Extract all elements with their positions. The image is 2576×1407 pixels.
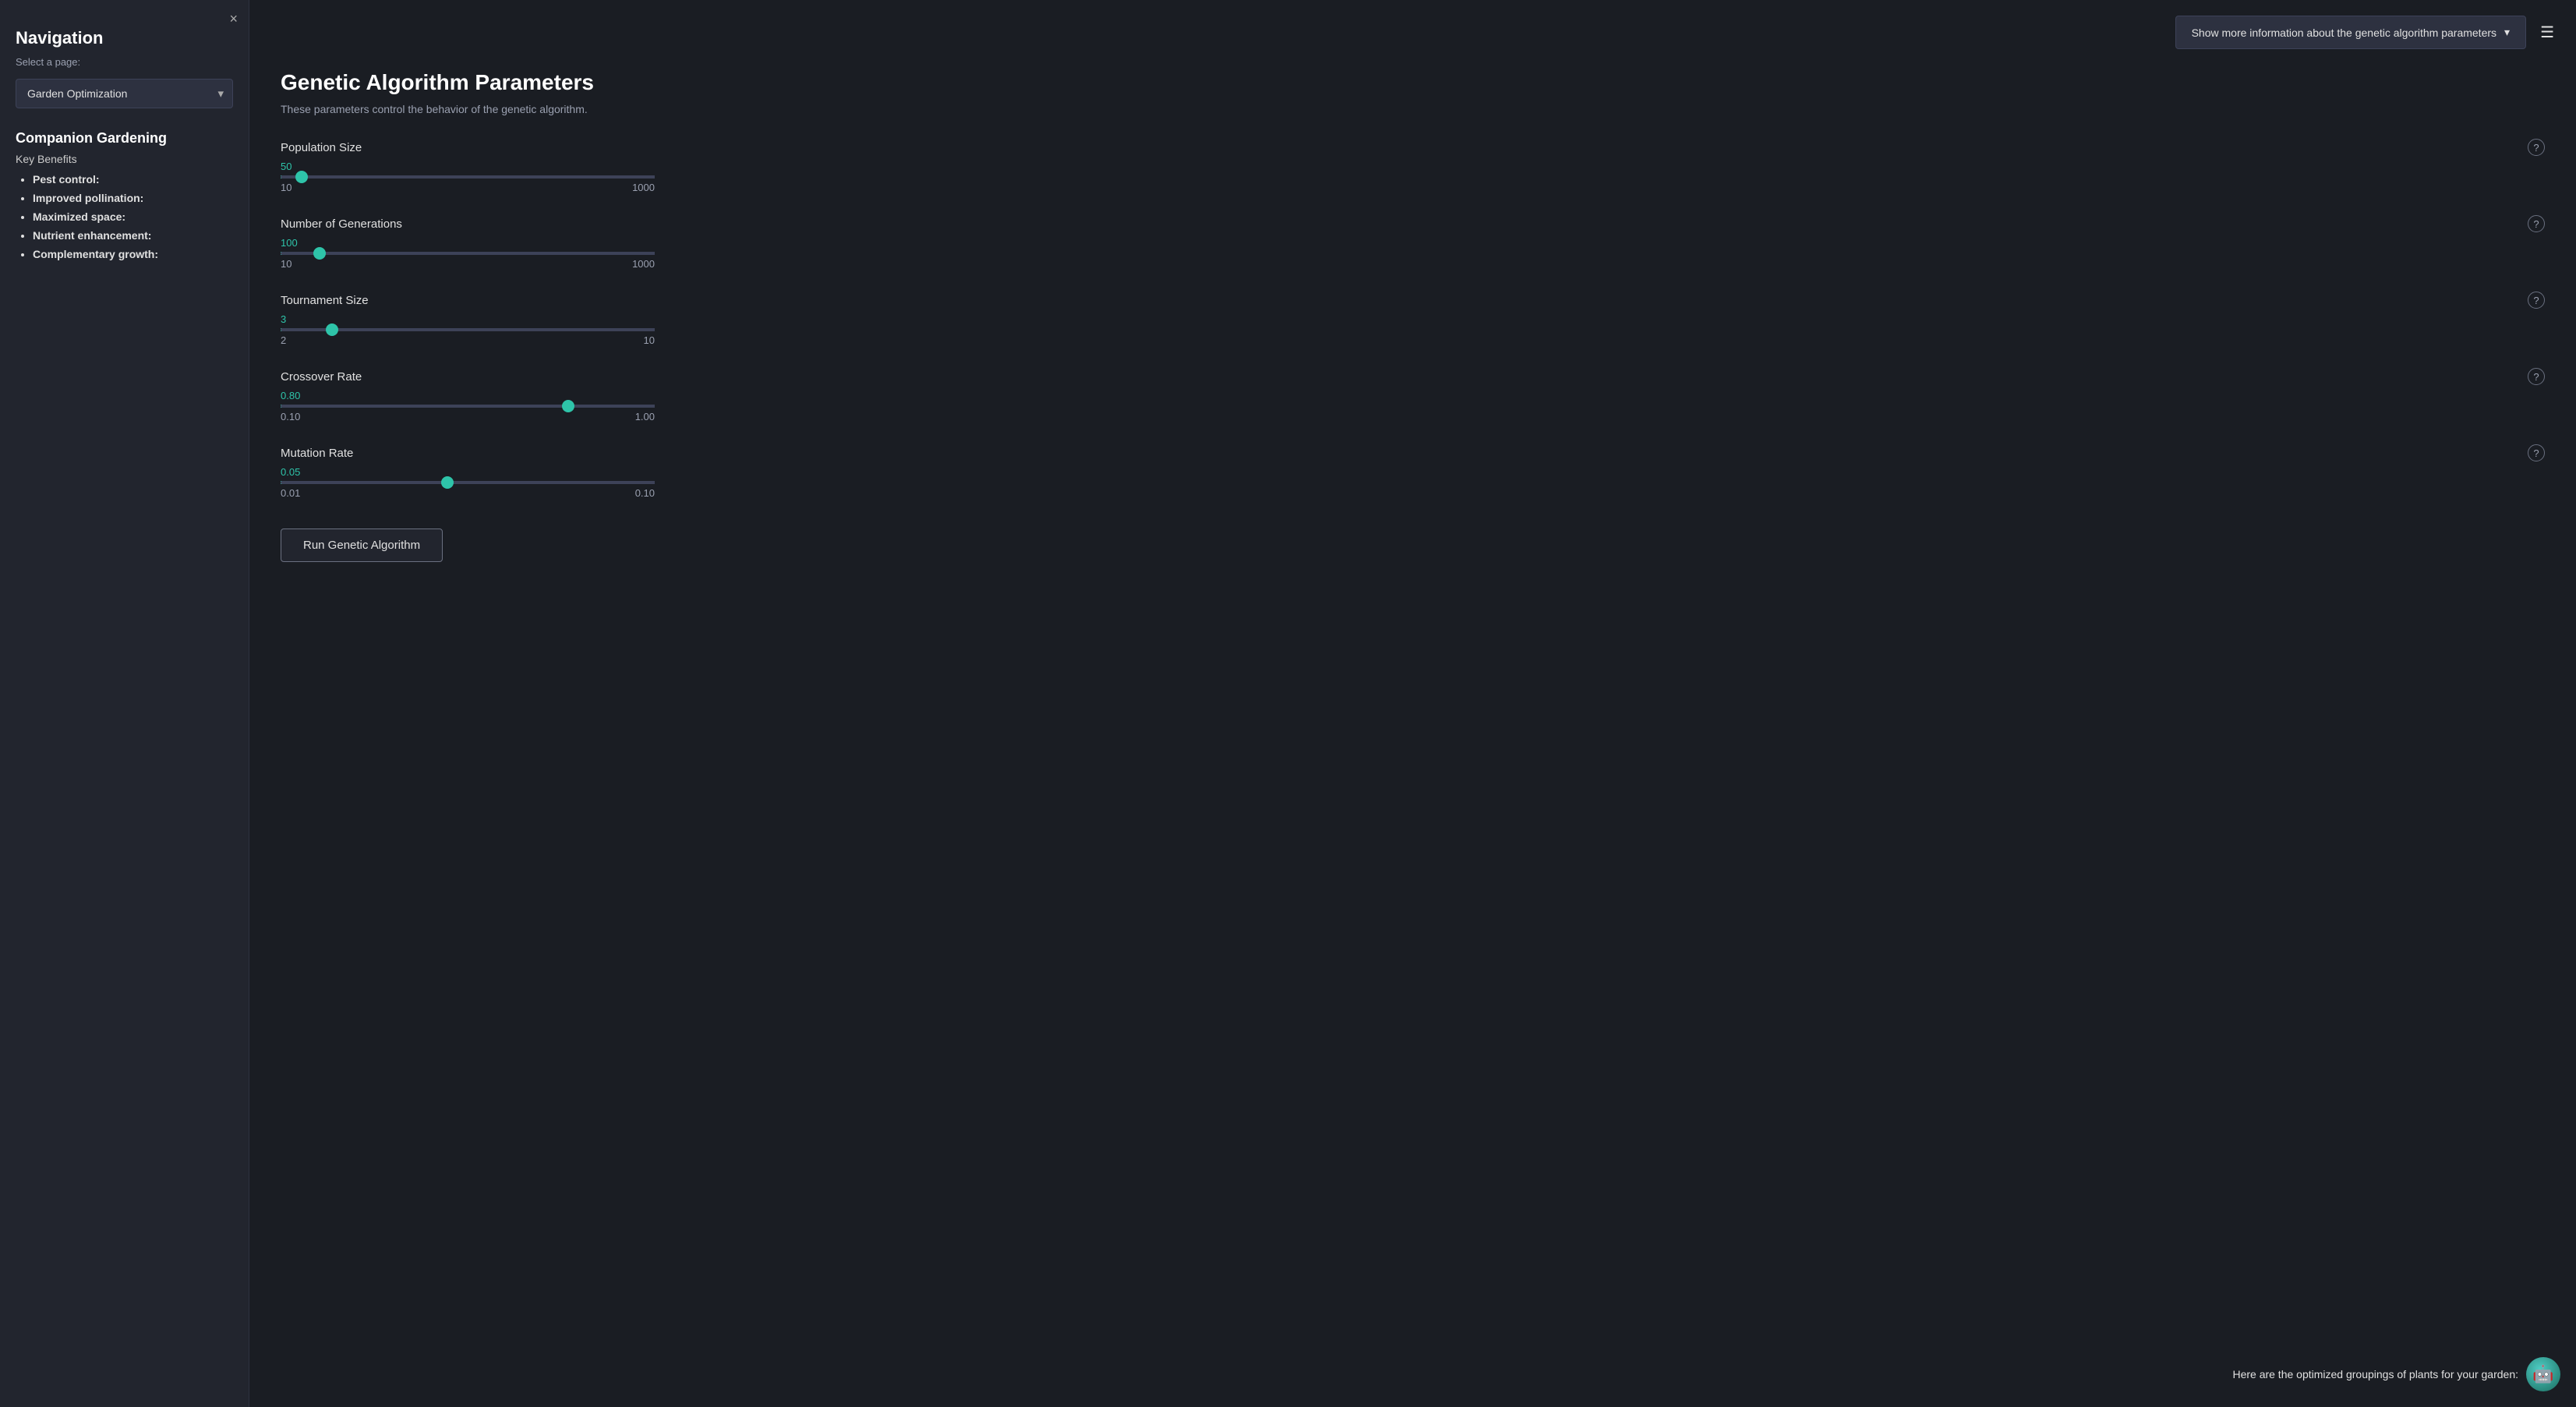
mutation-rate-min: 0.01 xyxy=(281,487,300,499)
num-generations-value: 100 xyxy=(281,237,2545,249)
population-size-max: 1000 xyxy=(632,182,655,193)
nav-subtitle: Select a page: xyxy=(16,56,233,68)
key-benefits-label: Key Benefits xyxy=(16,153,233,165)
hamburger-button[interactable]: ☰ xyxy=(2534,19,2560,47)
population-size-limits: 10 1000 xyxy=(281,182,655,193)
param-crossover-rate: Crossover Rate ? 0.80 0.10 1.00 xyxy=(281,368,2545,422)
bottom-text: Here are the optimized groupings of plan… xyxy=(2232,1368,2518,1380)
num-generations-limits: 10 1000 xyxy=(281,258,655,270)
tournament-size-label: Tournament Size xyxy=(281,294,369,307)
page-select-wrapper: Garden Optimization xyxy=(16,79,233,108)
nav-title: Navigation xyxy=(16,28,233,48)
population-size-help-icon[interactable]: ? xyxy=(2528,139,2545,156)
population-size-min: 10 xyxy=(281,182,292,193)
page-desc: These parameters control the behavior of… xyxy=(281,103,2545,115)
population-size-value: 50 xyxy=(281,161,2545,172)
tournament-size-limits: 2 10 xyxy=(281,334,655,346)
companion-title: Companion Gardening xyxy=(16,130,233,147)
mutation-rate-max: 0.10 xyxy=(635,487,655,499)
tournament-size-min: 2 xyxy=(281,334,286,346)
crossover-rate-max: 1.00 xyxy=(635,411,655,422)
mutation-rate-label: Mutation Rate xyxy=(281,447,353,460)
population-size-slider[interactable] xyxy=(281,175,655,179)
page-title: Genetic Algorithm Parameters xyxy=(281,70,2545,95)
param-tournament-size: Tournament Size ? 3 2 10 xyxy=(281,292,2545,346)
tournament-size-help-icon[interactable]: ? xyxy=(2528,292,2545,309)
crossover-rate-limits: 0.10 1.00 xyxy=(281,411,655,422)
mutation-rate-help-icon[interactable]: ? xyxy=(2528,444,2545,461)
info-dropdown-label: Show more information about the genetic … xyxy=(2192,27,2496,39)
chevron-down-icon: ▾ xyxy=(2504,26,2510,39)
bottom-bar: Here are the optimized groupings of plan… xyxy=(2232,1357,2560,1391)
tournament-size-value: 3 xyxy=(281,313,2545,325)
num-generations-max: 1000 xyxy=(632,258,655,270)
benefit-item: Pest control: xyxy=(33,173,233,186)
num-generations-help-icon[interactable]: ? xyxy=(2528,215,2545,232)
page-select[interactable]: Garden Optimization xyxy=(16,79,233,108)
sidebar: × Navigation Select a page: Garden Optim… xyxy=(0,0,249,1407)
run-genetic-algorithm-button[interactable]: Run Genetic Algorithm xyxy=(281,529,443,562)
mutation-rate-value: 0.05 xyxy=(281,466,2545,478)
param-num-generations: Number of Generations ? 100 10 1000 xyxy=(281,215,2545,270)
tournament-size-slider[interactable] xyxy=(281,328,655,331)
num-generations-min: 10 xyxy=(281,258,292,270)
population-size-label: Population Size xyxy=(281,141,362,154)
mutation-rate-slider[interactable] xyxy=(281,481,655,484)
tournament-size-max: 10 xyxy=(644,334,655,346)
info-dropdown-button[interactable]: Show more information about the genetic … xyxy=(2175,16,2526,49)
crossover-rate-help-icon[interactable]: ? xyxy=(2528,368,2545,385)
top-bar: Show more information about the genetic … xyxy=(2175,16,2560,49)
benefit-item: Maximized space: xyxy=(33,210,233,223)
benefit-item: Nutrient enhancement: xyxy=(33,229,233,242)
crossover-rate-min: 0.10 xyxy=(281,411,300,422)
crossover-rate-value: 0.80 xyxy=(281,390,2545,401)
num-generations-slider[interactable] xyxy=(281,252,655,255)
param-mutation-rate: Mutation Rate ? 0.05 0.01 0.10 xyxy=(281,444,2545,499)
main-content: Show more information about the genetic … xyxy=(249,0,2576,1407)
param-population-size: Population Size ? 50 10 1000 xyxy=(281,139,2545,193)
crossover-rate-label: Crossover Rate xyxy=(281,370,362,384)
benefit-item: Improved pollination: xyxy=(33,192,233,204)
robot-avatar: 🤖 xyxy=(2526,1357,2560,1391)
num-generations-label: Number of Generations xyxy=(281,217,402,231)
close-button[interactable]: × xyxy=(229,11,238,27)
benefit-item: Complementary growth: xyxy=(33,248,233,260)
crossover-rate-slider[interactable] xyxy=(281,405,655,408)
mutation-rate-limits: 0.01 0.10 xyxy=(281,487,655,499)
benefits-list: Pest control: Improved pollination: Maxi… xyxy=(16,173,233,260)
